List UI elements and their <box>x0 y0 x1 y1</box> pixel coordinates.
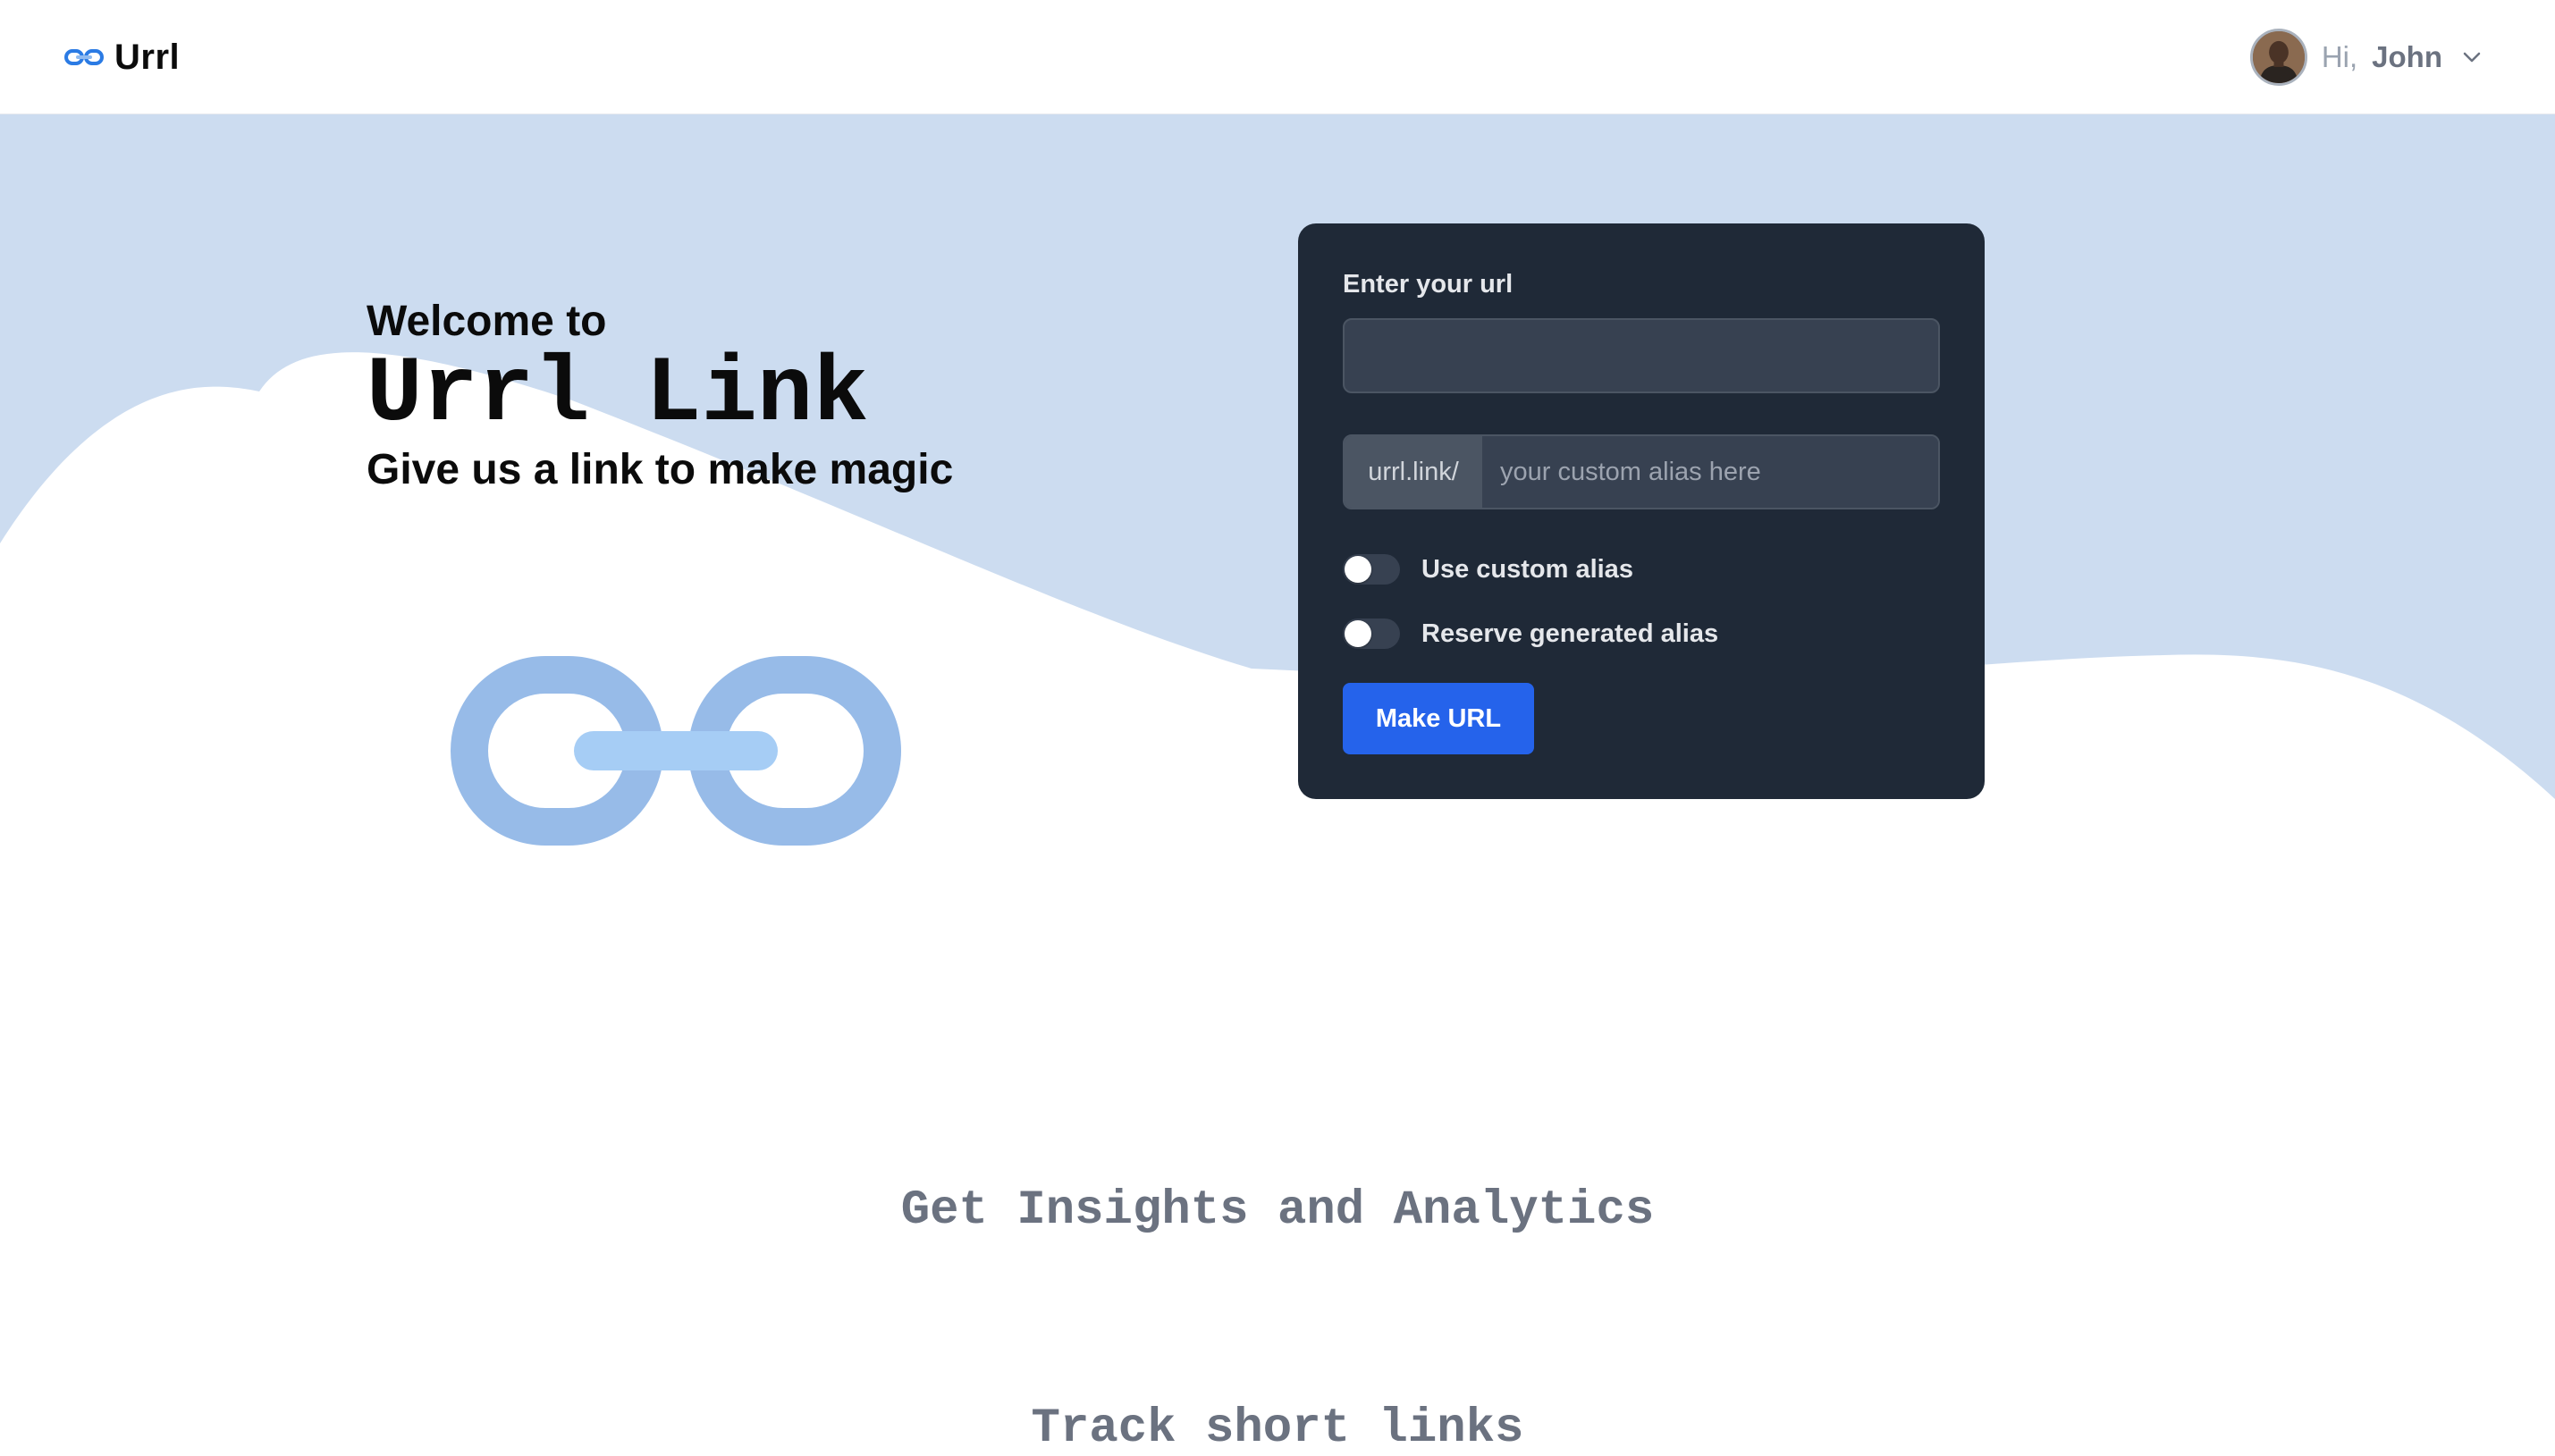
chain-link-icon <box>451 656 901 846</box>
insights-title: Get Insights and Analytics <box>900 1183 1655 1238</box>
hero-brand-title: Urrl Link <box>367 342 869 448</box>
link-icon <box>64 49 104 65</box>
greeting-text: Hi, <box>2321 40 2358 73</box>
shorten-url-card: Enter your url urrl.link/ Use custom ali… <box>1298 223 1985 799</box>
reserve-alias-toggle-row[interactable]: Reserve generated alias <box>1343 619 1718 649</box>
reserve-alias-toggle[interactable] <box>1343 619 1400 649</box>
toggle-knob <box>1345 556 1371 583</box>
brand-logo[interactable]: Urrl <box>64 34 180 80</box>
chevron-down-icon[interactable] <box>2462 51 2482 63</box>
hero-heading: Welcome to Urrl Link Give us a link to m… <box>367 297 953 495</box>
custom-alias-input[interactable] <box>1482 436 1938 508</box>
custom-alias-toggle-label: Use custom alias <box>1421 554 1633 584</box>
user-avatar <box>2249 29 2307 86</box>
custom-alias-toggle[interactable] <box>1343 554 1400 585</box>
custom-alias-toggle-row[interactable]: Use custom alias <box>1343 554 1633 585</box>
url-label: Enter your url <box>1343 270 1514 299</box>
user-menu[interactable]: Hi, John <box>2249 27 2482 88</box>
top-navbar: Urrl Hi, John <box>0 0 2555 114</box>
make-url-button[interactable]: Make URL <box>1343 683 1534 754</box>
user-name: John <box>2372 40 2442 73</box>
hero-tagline: Give us a link to make magic <box>367 446 954 493</box>
reserve-alias-toggle-label: Reserve generated alias <box>1421 619 1719 648</box>
insights-subtitle: Track short links <box>1031 1401 1524 1456</box>
toggle-knob <box>1345 620 1371 647</box>
welcome-text: Welcome to <box>367 298 607 345</box>
brand-name: Urrl <box>114 37 181 77</box>
url-input[interactable] <box>1343 318 1940 393</box>
alias-prefix: urrl.link/ <box>1345 436 1482 508</box>
custom-alias-field: urrl.link/ <box>1343 434 1940 509</box>
